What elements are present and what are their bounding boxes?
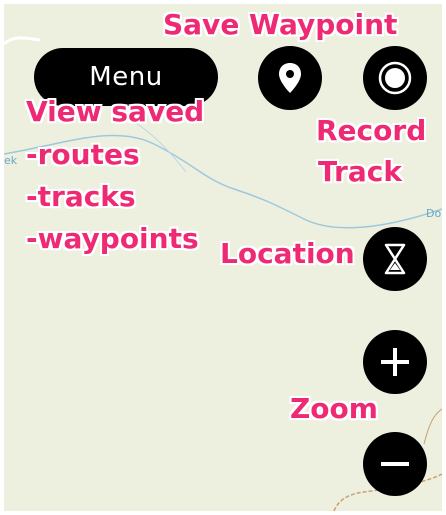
trail-line-2 (423, 408, 442, 445)
plus-icon (381, 348, 409, 376)
record-track-button[interactable] (363, 46, 427, 110)
tracks-annotation: -tracks (26, 180, 136, 213)
map-place-label: Do (426, 207, 442, 220)
map-place-label: ek (4, 154, 18, 167)
save-waypoint-annotation: Save Waypoint (163, 8, 398, 41)
map-pin-icon (279, 63, 301, 93)
zoom-in-button[interactable] (363, 330, 427, 394)
record-annotation: Record (316, 114, 427, 147)
location-button[interactable] (363, 227, 427, 291)
hourglass-icon (384, 243, 406, 275)
zoom-out-button[interactable] (363, 432, 427, 496)
view-saved-annotation: View saved (26, 95, 205, 128)
save-waypoint-button[interactable] (258, 46, 322, 110)
record-icon (378, 61, 412, 95)
location-annotation: Location (220, 237, 355, 270)
track-annotation: Track (318, 155, 402, 188)
waypoints-annotation: -waypoints (26, 222, 199, 255)
routes-annotation: -routes (26, 138, 140, 171)
zoom-annotation: Zoom (290, 392, 378, 425)
road-line (4, 36, 41, 46)
minus-icon (381, 462, 409, 466)
